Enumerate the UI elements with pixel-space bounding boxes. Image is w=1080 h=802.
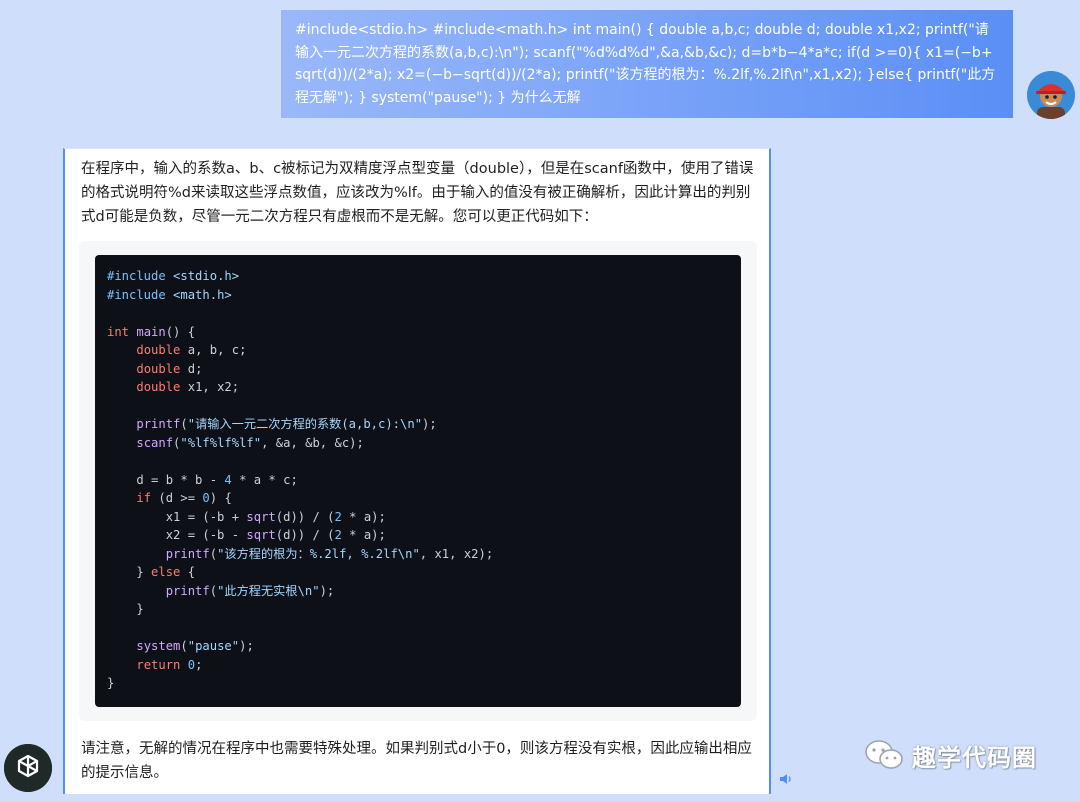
- code-line: #include <stdio.h>: [107, 269, 240, 283]
- code-line: printf("请输入一元二次方程的系数(a,b,c):\n");: [136, 417, 437, 431]
- code-line: double x1, x2;: [136, 380, 240, 394]
- code-line: ​: [107, 452, 741, 471]
- code-line: ​: [107, 397, 741, 416]
- assistant-message-card: 在程序中，输入的系数a、b、c被标记为双精度浮点型变量（double），但是在s…: [63, 148, 771, 794]
- user-message-bubble: #include<stdio.h> #include<math.h> int m…: [281, 10, 1013, 118]
- code-line: }: [107, 602, 144, 616]
- chatgpt-logo-icon: [4, 744, 52, 792]
- code-line: }: [107, 676, 115, 690]
- code-line: } else {: [107, 565, 196, 579]
- code-line: if (d >= 0) {: [136, 491, 232, 505]
- code-line: ​: [107, 304, 741, 323]
- cartoon-avatar-icon[interactable]: [1027, 71, 1075, 119]
- code-line: int main() {: [107, 324, 196, 339]
- code-line: scanf("%lf%lf%lf", &a, &b, &c);: [136, 435, 364, 450]
- code-line: double a, b, c;: [136, 343, 247, 357]
- assistant-intro-text: 在程序中，输入的系数a、b、c被标记为双精度浮点型变量（double），但是在s…: [81, 161, 754, 225]
- code-block-container: #include <stdio.h>#include <math.h>​int …: [79, 241, 757, 721]
- code-line: x2 = (-b - sqrt(d)) / (2 * a);: [107, 528, 386, 542]
- watermark: 趣学代码圈: [864, 735, 1037, 775]
- code-line: printf("该方程的根为：%.2lf, %.2lf\n", x1, x2);: [165, 546, 494, 561]
- code-line: return 0;: [136, 657, 203, 672]
- speaker-icon[interactable]: [778, 771, 794, 787]
- code-line: d = b * b - 4 * a * c;: [107, 472, 298, 487]
- code-block[interactable]: #include <stdio.h>#include <math.h>​int …: [95, 255, 741, 707]
- code-line: #include <math.h>: [107, 287, 232, 302]
- code-line: x1 = (-b + sqrt(d)) / (2 * a);: [107, 509, 386, 524]
- wechat-icon: [865, 740, 903, 769]
- watermark-text: 趣学代码圈: [912, 743, 1037, 772]
- code-line: system("pause");: [136, 639, 254, 653]
- assistant-outro-text: 请注意，无解的情况在程序中也需要特殊处理。如果判别式d小于0，则该方程没有实根，…: [81, 741, 752, 781]
- user-message-text: #include<stdio.h> #include<math.h> int m…: [295, 22, 996, 106]
- code-line: double d;: [136, 361, 203, 376]
- code-line: ​: [107, 619, 741, 638]
- code-line: printf("此方程无实根\n");: [165, 583, 335, 598]
